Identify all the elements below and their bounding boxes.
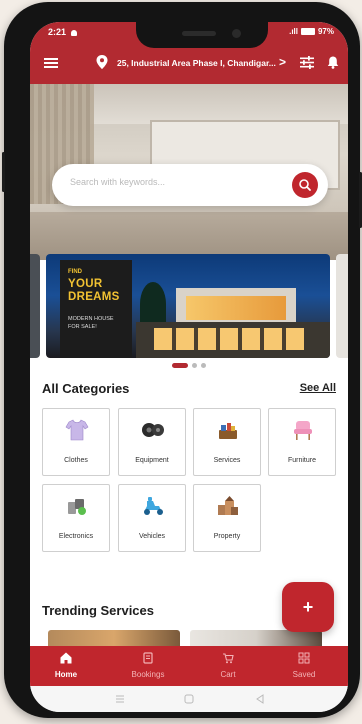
cart-icon	[223, 653, 234, 664]
status-time: 2:21	[48, 27, 78, 37]
property-icon	[218, 496, 238, 515]
system-nav-bar	[30, 686, 348, 712]
furniture-icon	[294, 421, 312, 440]
home-system-icon[interactable]	[183, 693, 195, 705]
promo-line1: YOUR	[68, 278, 103, 290]
carousel-prev-slide[interactable]	[30, 254, 40, 358]
see-all-link[interactable]: See All	[300, 382, 336, 394]
location-pin-icon	[96, 55, 108, 69]
house-lower-windows	[154, 328, 304, 350]
category-label: Equipment	[135, 457, 169, 464]
notification-status-icon	[71, 29, 78, 36]
nav-label: Cart	[220, 670, 236, 679]
location-address[interactable]: 25, Industrial Area Phase I, Chandigar..…	[117, 58, 297, 68]
filter-icon[interactable]	[300, 56, 314, 69]
search-icon	[299, 179, 311, 191]
bell-icon[interactable]	[327, 56, 339, 69]
add-button[interactable]: +	[282, 582, 334, 632]
category-label: Services	[213, 457, 241, 464]
vehicles-icon	[144, 497, 163, 515]
notch	[136, 22, 268, 48]
category-clothes[interactable]: Clothes	[42, 408, 110, 476]
nav-bookings[interactable]: Bookings	[118, 646, 178, 686]
app-screen: 2:21 .ıll 97% 25, Industrial Area Phase …	[30, 22, 348, 712]
category-services[interactable]: Services	[193, 408, 261, 476]
hero-floor	[30, 212, 348, 260]
category-property[interactable]: Property	[193, 484, 261, 552]
volume-button	[2, 152, 5, 192]
nav-home[interactable]: Home	[36, 646, 96, 686]
nav-cart[interactable]: Cart	[198, 646, 258, 686]
bookings-icon	[143, 652, 153, 664]
hero-ceiling	[90, 84, 348, 124]
bottom-nav: Home Bookings Cart Saved	[30, 646, 348, 686]
nav-label: Bookings	[131, 670, 165, 679]
categories-title: All Categories	[42, 381, 130, 396]
promo-sub1: MODERN HOUSE	[68, 316, 114, 322]
nav-label: Home	[54, 670, 78, 679]
services-icon	[219, 423, 237, 439]
battery-text: 97%	[317, 27, 334, 36]
tree-shape	[140, 282, 166, 326]
promo-carousel[interactable]: FIND YOUR DREAMS MODERN HOUSE FOR SALE!	[30, 254, 348, 362]
phone-body: 2:21 .ıll 97% 25, Industrial Area Phase …	[2, 2, 362, 718]
hero-banner	[30, 84, 348, 260]
back-icon[interactable]	[254, 693, 266, 705]
carousel-dot[interactable]	[201, 363, 206, 368]
category-furniture[interactable]: Furniture	[268, 408, 336, 476]
status-icons: .ıll 97%	[289, 27, 334, 36]
carousel-next-slide[interactable]	[336, 254, 348, 358]
search-bar	[52, 164, 328, 206]
promo-line2: DREAMS	[68, 291, 120, 303]
device-frame: 2:21 .ıll 97% 25, Industrial Area Phase …	[0, 0, 362, 724]
home-icon	[60, 652, 72, 664]
category-label: Property	[213, 533, 241, 540]
category-equipment[interactable]: Equipment	[118, 408, 186, 476]
category-label: Furniture	[287, 457, 316, 464]
chevron-right-icon[interactable]: >	[279, 55, 286, 69]
front-camera	[232, 29, 241, 38]
menu-icon[interactable]	[44, 58, 58, 68]
house-upper-windows	[186, 296, 286, 320]
promo-find: FIND	[68, 269, 82, 275]
clothes-icon	[65, 419, 89, 441]
equipment-icon	[142, 423, 164, 437]
carousel-dot-active[interactable]	[172, 363, 188, 368]
nav-saved[interactable]: Saved	[274, 646, 334, 686]
speaker	[182, 31, 216, 36]
category-label: Clothes	[64, 457, 88, 464]
category-label: Vehicles	[138, 533, 166, 540]
time-text: 2:21	[48, 27, 67, 37]
electronics-icon	[68, 499, 86, 515]
nav-label: Saved	[292, 670, 316, 679]
carousel-dot[interactable]	[192, 363, 197, 368]
trending-title: Trending Services	[42, 603, 154, 618]
search-input[interactable]	[70, 177, 270, 187]
category-vehicles[interactable]: Vehicles	[118, 484, 186, 552]
category-label: Electronics	[58, 533, 94, 540]
battery-icon	[300, 28, 315, 35]
promo-slide[interactable]: FIND YOUR DREAMS MODERN HOUSE FOR SALE!	[46, 254, 330, 358]
saved-icon	[298, 652, 310, 664]
search-button[interactable]	[292, 172, 318, 198]
recents-icon[interactable]	[114, 693, 126, 705]
category-electronics[interactable]: Electronics	[42, 484, 110, 552]
house-image	[136, 272, 330, 358]
carousel-dots	[30, 363, 348, 369]
promo-sub2: FOR SALE!	[68, 324, 97, 330]
signal-icon: .ıll	[289, 27, 298, 36]
